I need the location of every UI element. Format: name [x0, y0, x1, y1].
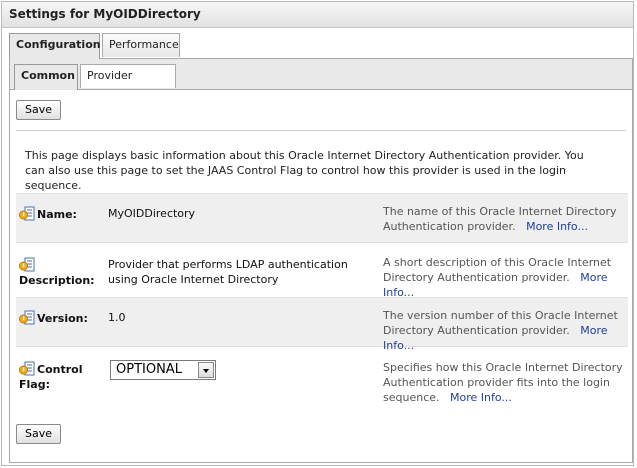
secondary-tab-bar: Common Provider Specific [10, 59, 632, 104]
tab-provider-specific[interactable]: Provider Specific [80, 64, 176, 104]
version-row: Version: 1.0 The version number of this … [16, 297, 628, 352]
secondary-tabs: Common Provider Specific [10, 62, 632, 104]
control-flag-help: Specifies how this Oracle Internet Direc… [383, 360, 628, 405]
name-more-info-link[interactable]: More Info... [526, 220, 588, 233]
configuration-panel: Common Provider Specific Save This page … [9, 58, 633, 463]
divider [16, 130, 626, 131]
intro-text: This page displays basic information abo… [25, 149, 584, 192]
control-flag-more-info-link[interactable]: More Info... [450, 391, 512, 404]
description-label-wrap: Description: [19, 257, 101, 288]
info-settings-icon [19, 361, 35, 376]
chevron-down-icon[interactable] [198, 362, 214, 378]
name-row: Name: MyOIDDirectory The name of this Or… [16, 193, 628, 243]
tab-performance[interactable]: Performance [102, 33, 180, 57]
save-button-top[interactable]: Save [16, 100, 62, 120]
info-settings-icon [19, 206, 35, 221]
description-help-text: A short description of this Oracle Inter… [383, 256, 612, 284]
name-help: The name of this Oracle Internet Directo… [383, 204, 628, 234]
common-panel: Save This page displays basic informatio… [10, 89, 632, 462]
tab-common-label: Common [21, 69, 75, 82]
primary-tabs: Configuration Performance [2, 32, 633, 59]
version-label-wrap: Version: [19, 310, 101, 326]
version-value: 1.0 [108, 311, 126, 324]
description-help: A short description of this Oracle Inter… [383, 255, 628, 300]
description-row: Description: Provider that performs LDAP… [16, 245, 628, 299]
settings-window: Settings for MyOIDDirectory Configuratio… [1, 1, 634, 466]
tab-common[interactable]: Common [14, 64, 78, 90]
control-flag-label-wrap: Control Flag: [19, 361, 89, 392]
info-settings-icon [19, 257, 35, 272]
window-title: Settings for MyOIDDirectory [2, 2, 633, 28]
version-help: The version number of this Oracle Intern… [383, 308, 628, 353]
tab-performance-label: Performance [109, 38, 179, 51]
control-flag-value: OPTIONAL [116, 362, 182, 377]
save-button-bottom[interactable]: Save [16, 424, 62, 444]
version-label: Version: [37, 312, 88, 325]
info-settings-icon [19, 310, 35, 325]
tab-configuration[interactable]: Configuration [9, 33, 101, 59]
description-value: Provider that performs LDAP authenticati… [108, 258, 348, 286]
name-value: MyOIDDirectory [108, 207, 196, 220]
control-flag-row: Control Flag: OPTIONAL Specifies how thi… [16, 350, 628, 410]
control-flag-select[interactable]: OPTIONAL [110, 360, 216, 380]
name-label-wrap: Name: [19, 206, 101, 222]
description-label: Description: [19, 274, 95, 287]
name-label: Name: [37, 208, 77, 221]
tab-configuration-label: Configuration [16, 38, 101, 51]
